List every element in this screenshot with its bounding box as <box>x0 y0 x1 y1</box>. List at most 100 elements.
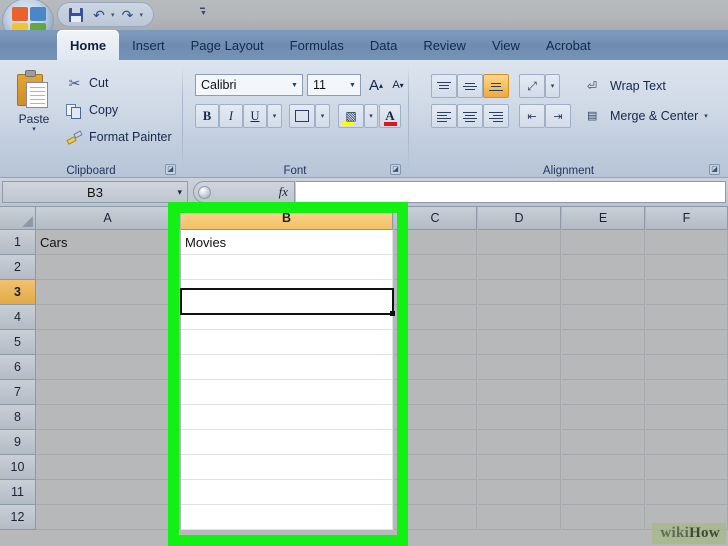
orientation-dropdown[interactable]: ▾ <box>545 74 560 98</box>
cell-E5[interactable] <box>562 330 645 355</box>
cell-C6[interactable] <box>394 355 477 380</box>
cell-E10[interactable] <box>562 455 645 480</box>
cell-B2[interactable] <box>181 255 393 280</box>
formula-bar-handle[interactable] <box>198 185 211 199</box>
shrink-font-button[interactable]: A ▾ <box>387 74 409 96</box>
align-bottom-button[interactable] <box>483 74 509 98</box>
merge-center-dropdown[interactable]: ▾ <box>704 112 708 120</box>
align-middle-button[interactable] <box>457 74 483 98</box>
chevron-down-icon[interactable]: ▼ <box>345 82 360 89</box>
grow-font-button[interactable]: A ▴ <box>365 74 387 96</box>
cell-D6[interactable] <box>478 355 561 380</box>
column-header-f[interactable]: F <box>646 207 728 230</box>
formula-input[interactable] <box>296 181 726 203</box>
paste-button[interactable]: Paste ▾ <box>10 68 58 154</box>
tab-home[interactable]: Home <box>57 30 120 60</box>
column-header-b[interactable]: B <box>181 207 393 230</box>
cell-C10[interactable] <box>394 455 477 480</box>
italic-button[interactable]: I <box>219 104 243 128</box>
column-header-a[interactable]: A <box>36 207 180 230</box>
cell-D7[interactable] <box>478 380 561 405</box>
cell-F10[interactable] <box>646 455 728 480</box>
cell-C7[interactable] <box>394 380 477 405</box>
cell-E6[interactable] <box>562 355 645 380</box>
cell-F6[interactable] <box>646 355 728 380</box>
align-left-button[interactable] <box>431 104 457 128</box>
cell-F11[interactable] <box>646 480 728 505</box>
bold-button[interactable]: B <box>195 104 219 128</box>
cell-D4[interactable] <box>478 305 561 330</box>
row-header-6[interactable]: 6 <box>0 355 36 380</box>
row-header-11[interactable]: 11 <box>0 480 36 505</box>
cell-F2[interactable] <box>646 255 728 280</box>
tab-page-layout[interactable]: Page Layout <box>178 30 277 60</box>
cell-E7[interactable] <box>562 380 645 405</box>
tab-formulas[interactable]: Formulas <box>277 30 357 60</box>
row-header-1[interactable]: 1 <box>0 230 36 255</box>
cell-A8[interactable] <box>36 405 180 430</box>
tab-insert[interactable]: Insert <box>119 30 178 60</box>
cell-D9[interactable] <box>478 430 561 455</box>
align-top-button[interactable] <box>431 74 457 98</box>
cell-C11[interactable] <box>394 480 477 505</box>
cell-F9[interactable] <box>646 430 728 455</box>
undo-button[interactable]: ↶ <box>89 5 109 24</box>
cell-A4[interactable] <box>36 305 180 330</box>
cell-B8[interactable] <box>181 405 393 430</box>
cell-A3[interactable] <box>36 280 180 305</box>
cell-E1[interactable] <box>562 230 645 255</box>
cell-D8[interactable] <box>478 405 561 430</box>
cell-D10[interactable] <box>478 455 561 480</box>
cell-C8[interactable] <box>394 405 477 430</box>
column-header-c[interactable]: C <box>394 207 477 230</box>
cell-B1[interactable]: Movies <box>181 230 393 255</box>
cell-E9[interactable] <box>562 430 645 455</box>
cell-F3[interactable] <box>646 280 728 305</box>
redo-dropdown[interactable]: ▾ <box>140 11 144 19</box>
cell-C3[interactable] <box>394 280 477 305</box>
cell-C1[interactable] <box>394 230 477 255</box>
cell-F1[interactable] <box>646 230 728 255</box>
cell-E2[interactable] <box>562 255 645 280</box>
merge-center-button[interactable]: ▤ Merge & Center ▾ <box>587 105 708 127</box>
cell-B7[interactable] <box>181 380 393 405</box>
wrap-text-button[interactable]: ⏎ Wrap Text <box>587 75 666 97</box>
copy-button[interactable]: Copy <box>66 99 118 121</box>
column-header-d[interactable]: D <box>478 207 561 230</box>
cell-F8[interactable] <box>646 405 728 430</box>
row-header-7[interactable]: 7 <box>0 380 36 405</box>
fill-color-button[interactable]: ▧ <box>338 104 364 128</box>
row-header-2[interactable]: 2 <box>0 255 36 280</box>
cell-D5[interactable] <box>478 330 561 355</box>
cell-A9[interactable] <box>36 430 180 455</box>
decrease-indent-button[interactable]: ⇤ <box>519 104 545 128</box>
align-right-button[interactable] <box>483 104 509 128</box>
save-button[interactable] <box>66 5 86 24</box>
customize-qat-button[interactable] <box>200 6 207 17</box>
cell-D11[interactable] <box>478 480 561 505</box>
name-box[interactable]: B3 ▾ <box>2 181 188 203</box>
cell-A11[interactable] <box>36 480 180 505</box>
cell-E4[interactable] <box>562 305 645 330</box>
cell-F5[interactable] <box>646 330 728 355</box>
redo-button[interactable]: ↷ <box>118 5 138 24</box>
cell-B9[interactable] <box>181 430 393 455</box>
cell-B10[interactable] <box>181 455 393 480</box>
font-color-button[interactable]: A <box>379 104 401 128</box>
cell-A6[interactable] <box>36 355 180 380</box>
tab-data[interactable]: Data <box>357 30 410 60</box>
chevron-down-icon[interactable]: ▾ <box>177 187 182 198</box>
tab-review[interactable]: Review <box>410 30 479 60</box>
cell-B5[interactable] <box>181 330 393 355</box>
undo-dropdown[interactable]: ▾ <box>111 11 115 19</box>
font-size-select[interactable]: 11 ▼ <box>307 74 361 96</box>
cell-A7[interactable] <box>36 380 180 405</box>
select-all-button[interactable] <box>0 207 36 230</box>
row-header-10[interactable]: 10 <box>0 455 36 480</box>
format-painter-button[interactable]: Format Painter <box>66 126 172 148</box>
underline-dropdown[interactable]: ▾ <box>267 104 282 128</box>
fill-handle[interactable] <box>390 311 395 316</box>
row-header-5[interactable]: 5 <box>0 330 36 355</box>
column-header-e[interactable]: E <box>562 207 645 230</box>
cell-E12[interactable] <box>562 505 645 530</box>
